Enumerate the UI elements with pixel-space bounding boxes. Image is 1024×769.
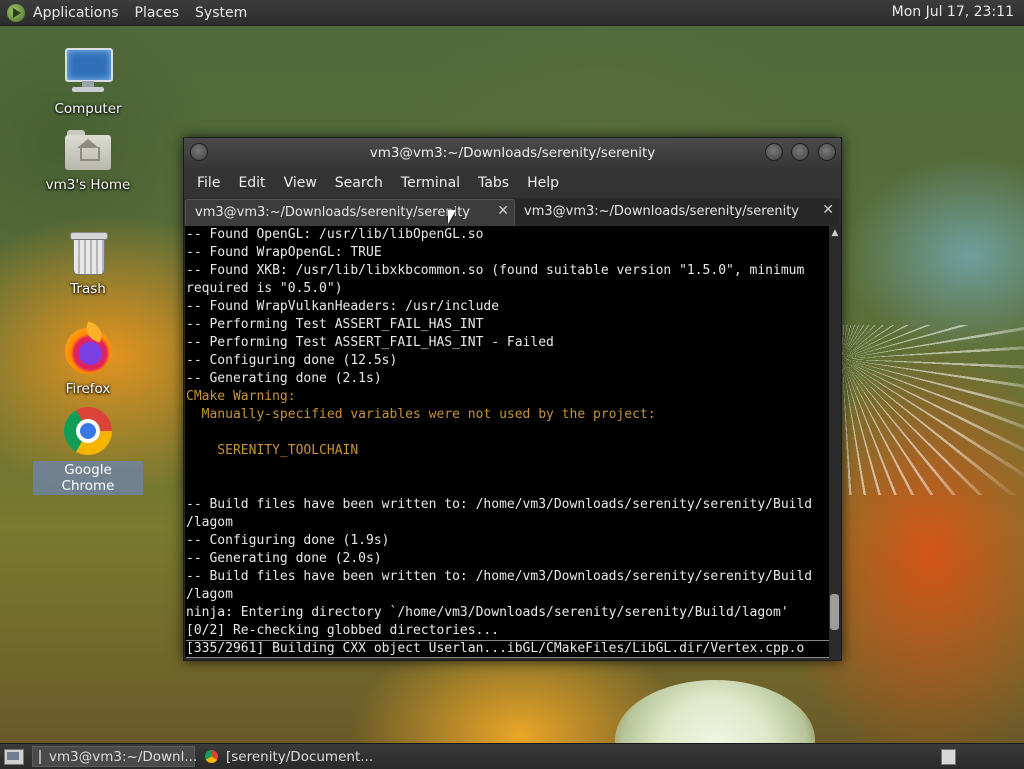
firefox-icon <box>65 328 111 374</box>
window-titlebar[interactable]: vm3@vm3:~/Downloads/serenity/serenity <box>184 138 841 168</box>
tab-label: vm3@vm3:~/Downloads/serenity/serenity <box>195 205 470 220</box>
terminal-line: -- Found WrapOpenGL: TRUE <box>186 245 382 260</box>
terminal-menubar: File Edit View Search Terminal Tabs Help <box>184 168 841 198</box>
terminal-line: [335/2961] Building CXX object Userlan..… <box>186 640 829 658</box>
terminal-line: -- Generating done (2.1s) <box>186 371 382 386</box>
wallpaper-dandelion-rays <box>842 325 1024 495</box>
taskbar-label: vm3@vm3:~/Downl... <box>49 748 198 765</box>
taskbar-label: [serenity/Document... <box>226 748 374 765</box>
menu-help[interactable]: Help <box>518 175 568 191</box>
taskbar-chrome[interactable]: [serenity/Document... <box>199 746 389 767</box>
tab-close-icon[interactable]: ✕ <box>822 202 834 218</box>
terminal-line: -- Found XKB: /usr/lib/libxkbcommon.so (… <box>186 263 805 278</box>
terminal-output[interactable]: -- Found OpenGL: /usr/lib/libOpenGL.so --… <box>185 226 829 658</box>
trash-icon <box>69 230 108 275</box>
wallpaper-white-flower <box>615 680 815 743</box>
places-menu[interactable]: Places <box>133 5 188 21</box>
terminal-line: /lagom <box>186 515 233 530</box>
terminal-line: ninja: Entering directory `/home/vm3/Dow… <box>186 605 789 620</box>
terminal-line: -- Found OpenGL: /usr/lib/libOpenGL.so <box>186 227 484 242</box>
terminal-tabbar: vm3@vm3:~/Downloads/serenity/serenity ✕ … <box>184 198 841 226</box>
terminal-line: -- Performing Test ASSERT_FAIL_HAS_INT -… <box>186 335 554 350</box>
terminal-line: -- Configuring done (12.5s) <box>186 353 398 368</box>
tab-label: vm3@vm3:~/Downloads/serenity/serenity <box>524 204 799 219</box>
desktop-icon-label: vm3's Home <box>45 177 131 193</box>
system-menu[interactable]: System <box>193 5 255 21</box>
terminal-line: -- Generating done (2.0s) <box>186 551 382 566</box>
desktop-icon-label: Trash <box>70 281 106 297</box>
applications-menu[interactable]: Applications <box>31 5 127 21</box>
show-desktop-icon[interactable] <box>4 748 24 765</box>
menu-view[interactable]: View <box>275 175 326 191</box>
chrome-icon <box>64 407 112 455</box>
desktop-icon-label: Google Chrome <box>33 461 143 495</box>
menu-tabs[interactable]: Tabs <box>469 175 518 191</box>
taskbar-terminal[interactable]: vm3@vm3:~/Downl... <box>32 746 198 767</box>
bottom-panel: vm3@vm3:~/Downl... [serenity/Document... <box>0 743 1024 769</box>
terminal-tab-2[interactable]: vm3@vm3:~/Downloads/serenity/serenity ✕ <box>515 199 839 225</box>
desktop-icon-trash[interactable]: Trash <box>33 230 143 298</box>
terminal-line: -- Build files have been written to: /ho… <box>186 497 813 512</box>
menu-terminal[interactable]: Terminal <box>392 175 469 191</box>
desktop-icon-home[interactable]: vm3's Home <box>33 130 143 194</box>
tab-close-icon[interactable]: ✕ <box>497 203 509 219</box>
workspace-switcher[interactable] <box>941 749 956 765</box>
close-button[interactable] <box>818 143 836 161</box>
top-panel: Applications Places System Mon Jul 17, 2… <box>0 0 1024 26</box>
clock[interactable]: Mon Jul 17, 23:11 <box>892 4 1014 20</box>
desktop-icon-label: Computer <box>54 101 122 117</box>
menu-search[interactable]: Search <box>326 175 392 191</box>
desktop-icon-computer[interactable]: Computer <box>33 46 143 118</box>
terminal-line: /lagom <box>186 587 233 602</box>
desktop-icon-label: Firefox <box>65 381 111 397</box>
terminal-icon <box>39 749 41 764</box>
desktop-icon-chrome[interactable]: Google Chrome <box>33 407 143 495</box>
menu-file[interactable]: File <box>188 175 229 191</box>
menu-edit[interactable]: Edit <box>229 175 274 191</box>
terminal-scrollbar[interactable]: ▲ <box>829 226 841 658</box>
scrollbar-thumb[interactable] <box>830 594 839 630</box>
chrome-icon <box>205 750 218 763</box>
terminal-line: -- Configuring done (1.9s) <box>186 533 390 548</box>
terminal-line: -- Performing Test ASSERT_FAIL_HAS_INT <box>186 317 484 332</box>
terminal-tab-1[interactable]: vm3@vm3:~/Downloads/serenity/serenity ✕ <box>185 199 515 226</box>
terminal-line: required is "0.5.0") <box>186 281 343 296</box>
terminal-line: [0/2] Re-checking globbed directories... <box>186 623 500 638</box>
terminal-line: CMake Warning: <box>186 389 296 404</box>
maximize-button[interactable] <box>791 143 809 161</box>
minimize-button[interactable] <box>765 143 783 161</box>
terminal-line: Manually-specified variables were not us… <box>186 407 656 422</box>
terminal-window: vm3@vm3:~/Downloads/serenity/serenity Fi… <box>183 137 842 661</box>
terminal-line: -- Build files have been written to: /ho… <box>186 569 813 584</box>
mouse-cursor-icon <box>448 210 456 224</box>
computer-icon <box>64 46 113 94</box>
desktop-icon-firefox[interactable]: Firefox <box>33 328 143 398</box>
terminal-line: SERENITY_TOOLCHAIN <box>186 443 359 458</box>
terminal-line: -- Found WrapVulkanHeaders: /usr/include <box>186 299 500 314</box>
distro-logo-icon[interactable] <box>7 3 25 22</box>
home-folder-icon <box>65 130 111 170</box>
window-title: vm3@vm3:~/Downloads/serenity/serenity <box>369 145 656 161</box>
scroll-up-icon[interactable]: ▲ <box>830 228 840 238</box>
